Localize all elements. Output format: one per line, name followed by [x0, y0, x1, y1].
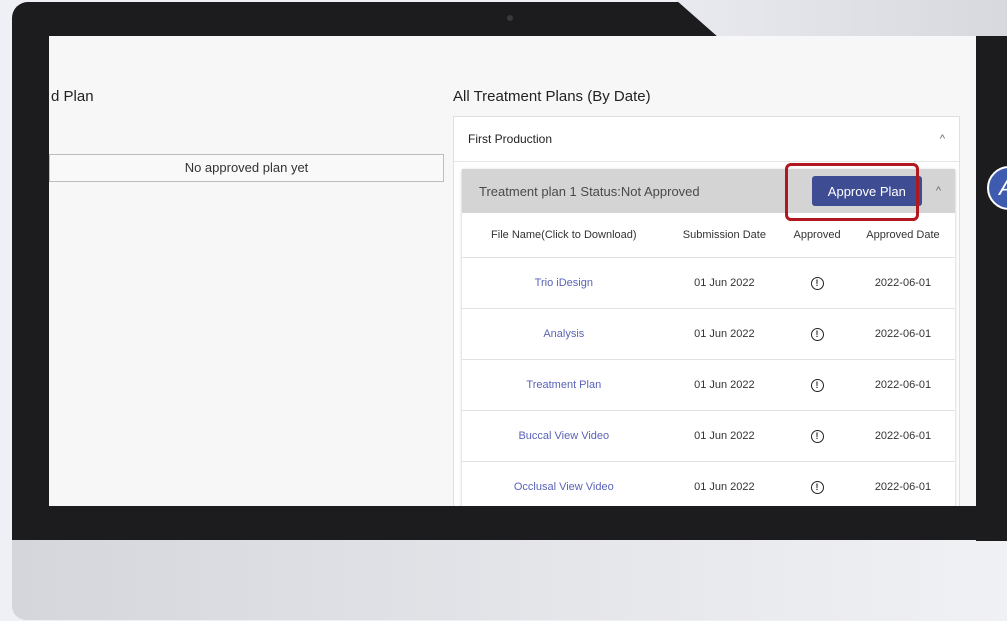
monitor-stand — [12, 540, 1007, 620]
approved-date: 2022-06-01 — [850, 308, 955, 360]
approved-date: 2022-06-01 — [850, 359, 955, 411]
warning-icon: ! — [810, 429, 824, 443]
approved-cell: ! — [783, 257, 851, 309]
approved-cell: ! — [783, 461, 851, 506]
plan-status: Treatment plan 1 Status:Not Approved — [479, 183, 700, 199]
warning-icon: ! — [810, 327, 824, 341]
chevron-up-icon[interactable]: ^ — [936, 185, 941, 197]
submission-date: 01 Jun 2022 — [665, 410, 784, 462]
file-link[interactable]: Occlusal View Video — [462, 461, 666, 506]
submission-date: 01 Jun 2022 — [665, 461, 784, 506]
table-row: Trio iDesign 01 Jun 2022 ! 2022-06-01 — [462, 257, 955, 309]
warning-icon: ! — [810, 276, 824, 290]
approved-date: 2022-06-01 — [850, 461, 955, 506]
plan-card: Treatment plan 1 Status:Not Approved App… — [462, 163, 955, 506]
file-link[interactable]: Analysis — [462, 308, 666, 360]
camera-icon — [507, 15, 513, 21]
production-panel: First Production ^ Treatment plan 1 Stat… — [453, 116, 960, 506]
production-label: First Production — [468, 132, 553, 146]
screen: d Plan No approved plan yet All Treatmen… — [49, 36, 976, 506]
bezel-reflection — [676, 0, 1007, 36]
table-row: Buccal View Video 01 Jun 2022 ! 2022-06-… — [462, 410, 955, 462]
submission-date: 01 Jun 2022 — [665, 359, 784, 411]
approved-plan-title: d Plan — [51, 88, 94, 105]
file-link[interactable]: Buccal View Video — [462, 410, 666, 462]
warning-icon: ! — [810, 378, 824, 392]
table-row: Analysis 01 Jun 2022 ! 2022-06-01 — [462, 308, 955, 360]
submission-date: 01 Jun 2022 — [665, 308, 784, 360]
column-header: Submission Date — [665, 213, 784, 258]
approved-cell: ! — [783, 410, 851, 462]
production-accordion-header[interactable]: First Production ^ — [454, 117, 959, 162]
approved-date: 2022-06-01 — [850, 257, 955, 309]
column-header: File Name(Click to Download) — [462, 213, 666, 258]
no-approved-plan-box: No approved plan yet — [49, 154, 444, 182]
table-row: Treatment Plan 01 Jun 2022 ! 2022-06-01 — [462, 359, 955, 411]
submission-date: 01 Jun 2022 — [665, 257, 784, 309]
file-link[interactable]: Treatment Plan — [462, 359, 666, 411]
highlight-box — [785, 163, 919, 221]
approved-cell: ! — [783, 308, 851, 360]
all-plans-title: All Treatment Plans (By Date) — [453, 88, 651, 105]
warning-icon: ! — [810, 480, 824, 494]
files-table: File Name(Click to Download) Submission … — [462, 213, 955, 506]
file-link[interactable]: Trio iDesign — [462, 257, 666, 309]
chevron-up-icon[interactable]: ^ — [940, 133, 945, 145]
approved-cell: ! — [783, 359, 851, 411]
approved-date: 2022-06-01 — [850, 410, 955, 462]
plan-accordion-header[interactable]: Treatment plan 1 Status:Not Approved App… — [462, 163, 955, 221]
table-row: Occlusal View Video 01 Jun 2022 ! 2022-0… — [462, 461, 955, 506]
bezel-edge — [976, 36, 1007, 541]
